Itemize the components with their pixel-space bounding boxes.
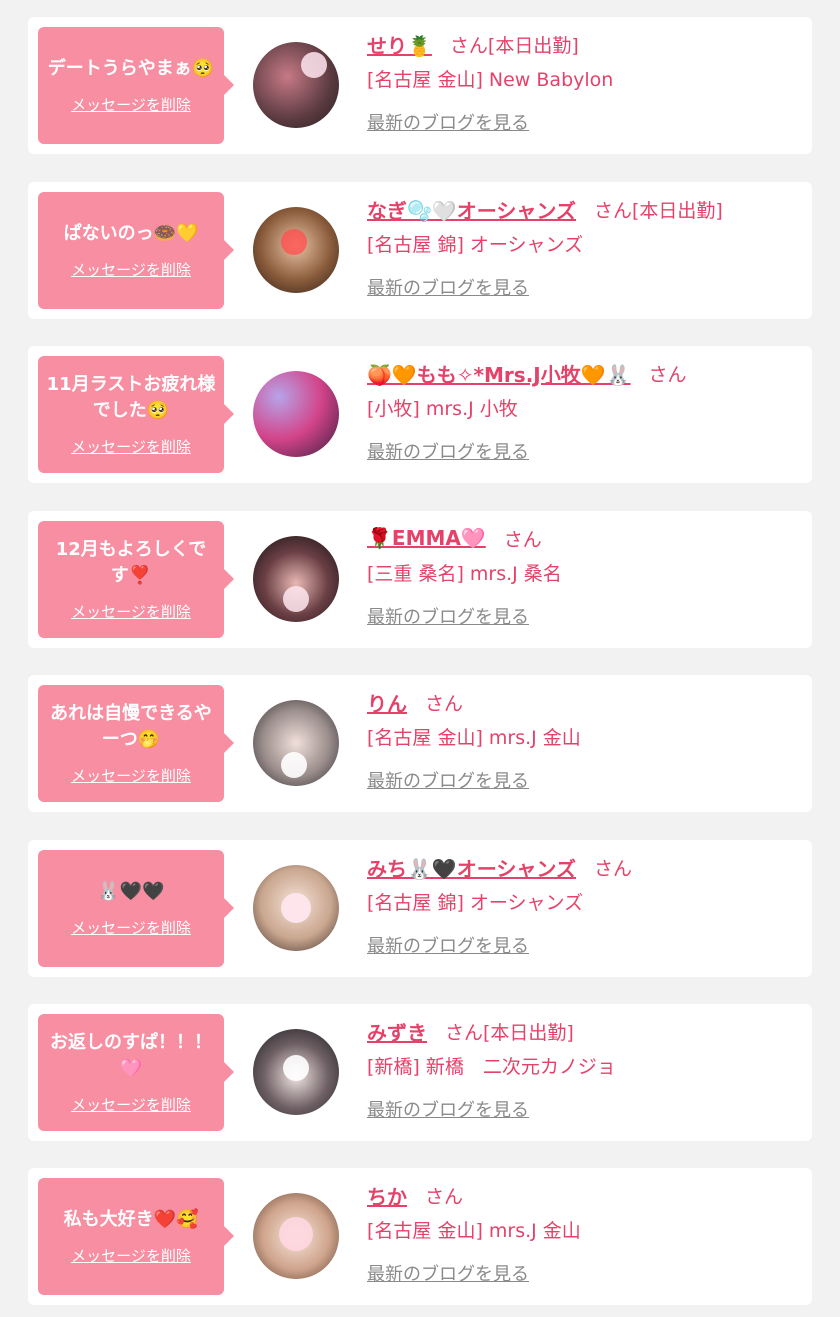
honorific-status: さん — [425, 1185, 464, 1208]
delete-message-link[interactable]: メッセージを削除 — [71, 259, 191, 280]
list-item: あれは自慢できるやーつ🤭 メッセージを削除 りん さん [名古屋 金山] mrs… — [28, 675, 812, 812]
profile-name-link[interactable]: 🍑🧡もも✧*Mrs.J小牧🧡🐰 — [367, 359, 631, 388]
profile-name-link[interactable]: みち🐰🖤オーシャンズ — [367, 853, 576, 882]
profile-info: なぎ🫧🤍オーシャンズ さん[本日出勤] [名古屋 錦] オーシャンズ 最新のブロ… — [367, 194, 800, 300]
delete-message-link[interactable]: メッセージを削除 — [71, 1094, 191, 1115]
profile-name-link[interactable]: みずき — [367, 1017, 427, 1046]
latest-blog-link[interactable]: 最新のブログを見る — [367, 109, 529, 135]
list-item: ぱないのっ🍩💛 メッセージを削除 なぎ🫧🤍オーシャンズ さん[本日出勤] [名古… — [28, 182, 812, 319]
avatar[interactable] — [253, 42, 339, 128]
profile-name-link[interactable]: りん — [367, 688, 407, 717]
list-item: 🐰🖤🖤 メッセージを削除 みち🐰🖤オーシャンズ さん [名古屋 錦] オーシャン… — [28, 840, 812, 977]
delete-message-link[interactable]: メッセージを削除 — [71, 94, 191, 115]
message-text: デートうらやまぁ🥺 — [47, 58, 215, 79]
delete-message-link[interactable]: メッセージを削除 — [71, 917, 191, 938]
message-text: 🐰🖤🖤 — [97, 881, 165, 902]
avatar[interactable] — [253, 371, 339, 457]
message-text: あれは自慢できるやーつ🤭 — [50, 703, 212, 750]
honorific-status: さん — [503, 528, 542, 551]
profile-name-link[interactable]: せり🍍 — [367, 30, 432, 59]
list-item: 11月ラストお疲れ様でした🥺 メッセージを削除 🍑🧡もも✧*Mrs.J小牧🧡🐰 … — [28, 346, 812, 483]
shop-label: [名古屋 金山] mrs.J 金山 — [367, 1220, 581, 1242]
message-bubble: 12月もよろしくです❣️ メッセージを削除 — [38, 521, 234, 638]
shop-label: [名古屋 金山] mrs.J 金山 — [367, 727, 581, 749]
message-text: 12月もよろしくです❣️ — [55, 539, 207, 586]
message-bubble: あれは自慢できるやーつ🤭 メッセージを削除 — [38, 685, 234, 802]
message-text: お返しのすぱ！！！🩷 — [50, 1032, 212, 1079]
avatar[interactable] — [253, 1193, 339, 1279]
list-item: 12月もよろしくです❣️ メッセージを削除 🌹EMMA🩷 さん [三重 桑名] … — [28, 511, 812, 648]
list-item: デートうらやまぁ🥺 メッセージを削除 せり🍍 さん[本日出勤] [名古屋 金山]… — [28, 17, 812, 154]
avatar[interactable] — [253, 865, 339, 951]
latest-blog-link[interactable]: 最新のブログを見る — [367, 274, 529, 300]
avatar[interactable] — [253, 207, 339, 293]
shop-label: [三重 桑名] mrs.J 桑名 — [367, 563, 562, 585]
shop-label: [新橋] 新橋 二次元カノジョ — [367, 1056, 616, 1078]
delete-message-link[interactable]: メッセージを削除 — [71, 436, 191, 457]
latest-blog-link[interactable]: 最新のブログを見る — [367, 932, 529, 958]
shop-label: [小牧] mrs.J 小牧 — [367, 398, 518, 420]
delete-message-link[interactable]: メッセージを削除 — [71, 765, 191, 786]
latest-blog-link[interactable]: 最新のブログを見る — [367, 1260, 529, 1286]
delete-message-link[interactable]: メッセージを削除 — [71, 1245, 191, 1266]
profile-name-link[interactable]: なぎ🫧🤍オーシャンズ — [367, 195, 576, 224]
profile-info: 🌹EMMA🩷 さん [三重 桑名] mrs.J 桑名 最新のブログを見る — [367, 523, 800, 629]
message-bubble: デートうらやまぁ🥺 メッセージを削除 — [38, 27, 234, 144]
message-text: 11月ラストお疲れ様でした🥺 — [46, 374, 216, 421]
delete-message-link[interactable]: メッセージを削除 — [71, 601, 191, 622]
honorific-status: さん — [648, 363, 687, 386]
list-item: お返しのすぱ！！！🩷 メッセージを削除 みずき さん[本日出勤] [新橋] 新橋… — [28, 1004, 812, 1141]
honorific-status: さん[本日出勤] — [594, 199, 723, 222]
message-bubble: 11月ラストお疲れ様でした🥺 メッセージを削除 — [38, 356, 234, 473]
profile-info: 🍑🧡もも✧*Mrs.J小牧🧡🐰 さん [小牧] mrs.J 小牧 最新のブログを… — [367, 358, 800, 464]
avatar[interactable] — [253, 700, 339, 786]
shop-label: [名古屋 錦] オーシャンズ — [367, 234, 584, 256]
shop-label: [名古屋 錦] オーシャンズ — [367, 892, 584, 914]
message-bubble: お返しのすぱ！！！🩷 メッセージを削除 — [38, 1014, 234, 1131]
honorific-status: さん — [594, 857, 633, 880]
profile-name-link[interactable]: 🌹EMMA🩷 — [367, 526, 486, 550]
message-text: 私も大好き❤️🥰 — [63, 1209, 199, 1230]
latest-blog-link[interactable]: 最新のブログを見る — [367, 1096, 529, 1122]
profile-info: みち🐰🖤オーシャンズ さん [名古屋 錦] オーシャンズ 最新のブログを見る — [367, 852, 800, 958]
avatar[interactable] — [253, 1029, 339, 1115]
shop-label: [名古屋 金山] New Babylon — [367, 69, 614, 91]
profile-info: ちか さん [名古屋 金山] mrs.J 金山 最新のブログを見る — [367, 1180, 800, 1286]
message-bubble: 🐰🖤🖤 メッセージを削除 — [38, 850, 234, 967]
honorific-status: さん[本日出勤] — [445, 1021, 574, 1044]
message-bubble: 私も大好き❤️🥰 メッセージを削除 — [38, 1178, 234, 1295]
message-bubble: ぱないのっ🍩💛 メッセージを削除 — [38, 192, 234, 309]
latest-blog-link[interactable]: 最新のブログを見る — [367, 438, 529, 464]
profile-info: みずき さん[本日出勤] [新橋] 新橋 二次元カノジョ 最新のブログを見る — [367, 1016, 800, 1122]
profile-name-link[interactable]: ちか — [367, 1181, 407, 1210]
avatar[interactable] — [253, 536, 339, 622]
message-text: ぱないのっ🍩💛 — [63, 223, 199, 244]
latest-blog-link[interactable]: 最新のブログを見る — [367, 603, 529, 629]
honorific-status: さん[本日出勤] — [449, 34, 579, 57]
latest-blog-link[interactable]: 最新のブログを見る — [367, 767, 529, 793]
honorific-status: さん — [425, 692, 464, 715]
list-item: 私も大好き❤️🥰 メッセージを削除 ちか さん [名古屋 金山] mrs.J 金… — [28, 1168, 812, 1305]
profile-info: せり🍍 さん[本日出勤] [名古屋 金山] New Babylon 最新のブログ… — [367, 29, 800, 135]
profile-info: りん さん [名古屋 金山] mrs.J 金山 最新のブログを見る — [367, 687, 800, 793]
